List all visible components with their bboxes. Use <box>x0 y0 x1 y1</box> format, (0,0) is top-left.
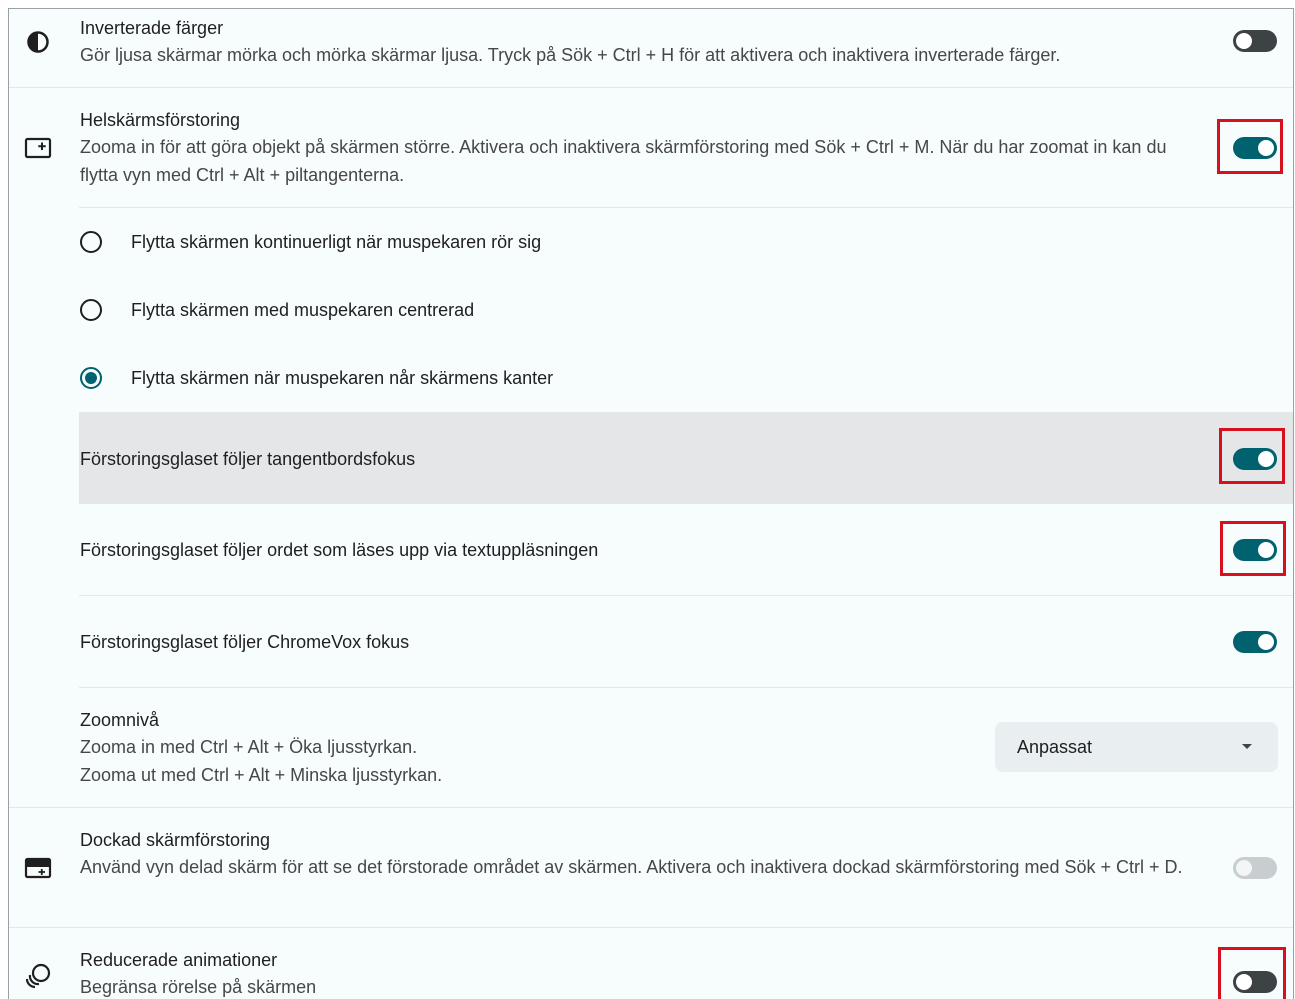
radio-option[interactable]: Flytta skärmen kontinuerligt när muspeka… <box>9 208 1293 276</box>
reduced-motion-icon <box>25 963 51 989</box>
radio-dot <box>85 372 97 384</box>
radio-option[interactable]: Flytta skärmen med muspekaren centrerad <box>9 276 1293 344</box>
setting-description: Gör ljusa skärmar mörka och mörka skärma… <box>80 45 1061 65</box>
setting-title: Reducerade animationer <box>80 950 278 970</box>
docked-magnifier-toggle[interactable] <box>1233 857 1277 879</box>
setting-title: Helskärmsförstoring <box>80 110 241 130</box>
setting-row-follow-keyboard-focus[interactable]: Förstoringsglaset följer tangentbordsfok… <box>79 413 1293 504</box>
chevron-down-icon <box>1242 744 1252 749</box>
setting-description: Använd vyn delad skärm för att se det fö… <box>80 857 1183 877</box>
setting-title: Zoomnivå <box>80 710 160 730</box>
invert-colors-icon <box>27 31 49 53</box>
docked-magnifier-icon <box>24 857 52 879</box>
toggle-knob <box>1236 33 1252 49</box>
radio-button[interactable] <box>80 299 102 321</box>
radio-button-selected[interactable] <box>80 367 102 389</box>
setting-title: Förstoringsglaset följer ChromeVox fokus <box>80 632 410 652</box>
toggle-knob <box>1236 860 1252 876</box>
setting-row-inverted-colors[interactable]: Inverterade färger Gör ljusa skärmar mör… <box>9 9 1293 87</box>
highlight-box <box>1218 947 1286 999</box>
follow-chromevox-toggle[interactable] <box>1233 631 1277 653</box>
highlight-box <box>1219 428 1285 484</box>
setting-title: Inverterade färger <box>80 18 224 38</box>
inverted-colors-toggle[interactable] <box>1233 30 1277 52</box>
highlight-box <box>1217 119 1283 174</box>
setting-title: Dockad skärmförstoring <box>80 830 271 850</box>
setting-description: Zooma in för att göra objekt på skärmen … <box>80 137 1167 185</box>
radio-label: Flytta skärmen när muspekaren når skärme… <box>131 368 554 388</box>
setting-row-docked-magnifier[interactable]: Dockad skärmförstoring Använd vyn delad … <box>9 808 1293 927</box>
setting-row-zoom-level: Zoomnivå Zooma in med Ctrl + Alt + Öka l… <box>9 688 1293 807</box>
setting-description: Zooma in med Ctrl + Alt + Öka ljusstyrka… <box>80 737 418 757</box>
setting-title: Förstoringsglaset följer tangentbordsfok… <box>80 449 416 469</box>
dropdown-selected-value: Anpassat <box>1017 737 1093 757</box>
zoom-level-dropdown[interactable]: Anpassat <box>995 722 1278 772</box>
setting-row-follow-select-to-speak[interactable]: Förstoringsglaset följer ordet som läses… <box>9 504 1293 595</box>
toggle-knob <box>1258 634 1274 650</box>
setting-title: Förstoringsglaset följer ordet som läses… <box>80 540 599 560</box>
radio-button[interactable] <box>80 231 102 253</box>
magnifier-settings-panel: Inverterade färger Gör ljusa skärmar mör… <box>8 8 1294 999</box>
setting-description: Begränsa rörelse på skärmen <box>80 977 317 997</box>
radio-label: Flytta skärmen kontinuerligt när muspeka… <box>131 232 542 252</box>
setting-row-reduced-animations[interactable]: Reducerade animationer Begränsa rörelse … <box>9 928 1293 999</box>
fullscreen-magnifier-icon <box>24 137 52 159</box>
setting-row-follow-chromevox[interactable]: Förstoringsglaset följer ChromeVox fokus <box>9 596 1293 687</box>
radio-option[interactable]: Flytta skärmen när muspekaren når skärme… <box>9 344 1293 412</box>
setting-description: Zooma ut med Ctrl + Alt + Minska ljussty… <box>80 765 443 785</box>
highlight-box <box>1220 521 1286 576</box>
setting-row-fullscreen-magnifier[interactable]: Helskärmsförstoring Zooma in för att gör… <box>9 88 1293 207</box>
radio-label: Flytta skärmen med muspekaren centrerad <box>131 300 475 320</box>
